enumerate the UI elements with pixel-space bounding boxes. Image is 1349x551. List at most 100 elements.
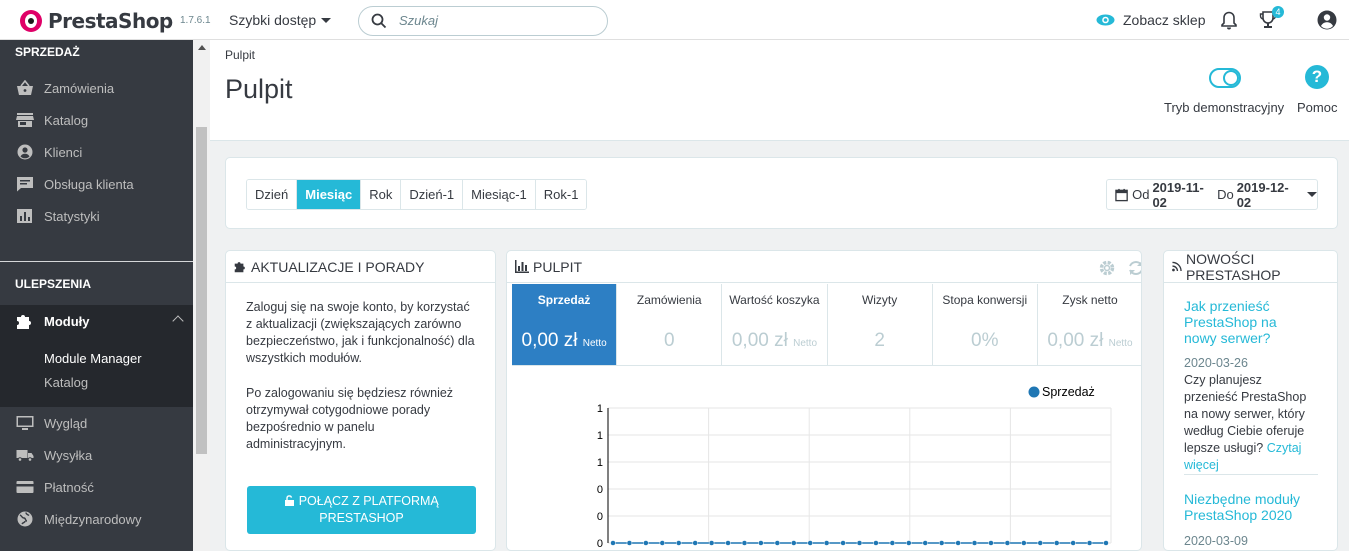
- quick-access-dropdown[interactable]: Szybki dostęp: [229, 12, 332, 28]
- date-to-label: Do: [1217, 187, 1234, 202]
- y-tick-label: 1: [597, 430, 603, 442]
- store-icon: [16, 113, 34, 127]
- sidebar-divider: [0, 261, 193, 262]
- kpi-block[interactable]: Stopa konwersji 0%: [933, 284, 1038, 365]
- period-button[interactable]: Miesiąc-1: [463, 180, 536, 209]
- panel-title: NOWOŚCI PRESTASHOP: [1185, 250, 1281, 283]
- prestashop-logo[interactable]: PrestaShop: [20, 9, 173, 33]
- data-point: [675, 540, 682, 546]
- y-tick-label: 0: [597, 511, 603, 523]
- monitor-icon: [16, 416, 34, 430]
- bell-icon[interactable]: [1221, 11, 1237, 30]
- tips-paragraph-weekly: Po zalogowaniu się będziesz również otrz…: [246, 386, 454, 451]
- view-shop-label: Zobacz sklep: [1123, 12, 1206, 28]
- legend-label: Sprzedaż: [1042, 385, 1095, 399]
- data-point: [758, 540, 764, 546]
- sidebar-item-label: Płatność: [44, 480, 94, 495]
- sidebar-section-sales: SPRZEDAŻ: [15, 45, 80, 59]
- sidebar-item-label: Klienci: [44, 145, 83, 160]
- submenu-item-module-manager[interactable]: Module Manager: [44, 351, 142, 366]
- sidebar-item-stats[interactable]: Statystyki: [0, 200, 193, 232]
- kpi-label: Wizyty: [861, 293, 898, 307]
- legend-marker: [1028, 386, 1040, 398]
- top-header: PrestaShop 1.7.6.1 Szybki dostęp Zobacz …: [0, 0, 1349, 40]
- connect-addons-button[interactable]: POŁĄCZ Z PLATFORMĄ PRESTASHOP: [247, 486, 476, 534]
- sidebar-item-design[interactable]: Wygląd: [0, 407, 193, 439]
- date-from-value: 2019-11-02: [1152, 179, 1204, 210]
- data-point: [873, 540, 879, 546]
- kpi-block[interactable]: Zysk netto 0,00 zł Netto: [1038, 284, 1141, 365]
- kpi-row: Sprzedaż 0,00 zł Netto Zamówienia 0 Wartość …: [512, 284, 1141, 366]
- news-item-title[interactable]: Jak przenieść PrestaShop na nowy serwer?: [1184, 298, 1304, 346]
- breadcrumb[interactable]: Pulpit: [225, 48, 255, 62]
- updates-tips-panel: AKTUALIZACJE I PORADY Zaloguj się na swo…: [225, 250, 496, 551]
- date-filter-panel: Dzień Miesiąc Rok Dzień-1 Miesiąc-1 Rok-1 Od …: [225, 157, 1338, 229]
- sidebar-item-label: Wygląd: [44, 416, 88, 431]
- kpi-block[interactable]: Sprzedaż 0,00 zł Netto: [512, 284, 618, 365]
- help-icon[interactable]: ?: [1305, 65, 1329, 89]
- submenu-item-catalog[interactable]: Katalog: [44, 375, 88, 390]
- gear-icon[interactable]: [1097, 258, 1117, 278]
- account-circle-icon: [17, 144, 33, 160]
- data-point: [922, 540, 928, 546]
- version-label: 1.7.6.1: [180, 15, 211, 26]
- sidebar-item-catalog[interactable]: Katalog: [0, 104, 193, 136]
- search-icon[interactable]: [371, 13, 387, 29]
- data-point: [955, 540, 961, 546]
- scrollbar-thumb[interactable]: [196, 127, 207, 454]
- data-point: [1086, 540, 1093, 546]
- kpi-block[interactable]: Wizyty 2: [828, 284, 933, 365]
- user-account-icon[interactable]: [1317, 10, 1337, 30]
- refresh-icon[interactable]: [1126, 258, 1142, 278]
- chevron-up-icon[interactable]: [172, 315, 184, 327]
- kpi-value-row: 0,00 zł Netto: [722, 330, 826, 352]
- eye-icon: [1096, 14, 1115, 26]
- period-button[interactable]: Miesiąc: [297, 180, 362, 209]
- connect-button-label: POŁĄCZ Z PLATFORMĄ PRESTASHOP: [298, 494, 439, 525]
- sidebar-item-payment[interactable]: Płatność: [0, 471, 193, 503]
- quick-access-label: Szybki dostęp: [229, 12, 317, 28]
- kpi-label: Wartość koszyka: [729, 293, 820, 307]
- data-point: [1004, 540, 1011, 546]
- sidebar-item-label: Zamówienia: [44, 81, 115, 96]
- sidebar-item-orders[interactable]: Zamówienia: [0, 72, 193, 104]
- page-header: Pulpit Pulpit Tryb demonstracyjny ? Pomo…: [210, 40, 1349, 141]
- view-shop-link[interactable]: Zobacz sklep: [1096, 12, 1205, 28]
- data-point: [1021, 540, 1027, 546]
- news-item-title[interactable]: Niezbędne moduły PrestaShop 2020: [1184, 491, 1304, 523]
- help-label[interactable]: Pomoc: [1297, 100, 1337, 115]
- kpi-suffix: Netto: [582, 338, 607, 349]
- period-button[interactable]: Rok-1: [535, 180, 587, 209]
- kpi-label: Zamówienia: [636, 293, 702, 307]
- sidebar-item-international[interactable]: Międzynarodowy: [0, 503, 193, 535]
- sidebar-item-shipping[interactable]: Wysyłka: [0, 439, 193, 471]
- caret-down-icon: [321, 17, 332, 23]
- demo-mode-label[interactable]: Tryb demonstracyjny: [1164, 100, 1284, 115]
- period-button[interactable]: Dzień-1: [401, 180, 464, 209]
- data-point: [807, 540, 813, 546]
- kpi-block[interactable]: Zamówienia 0: [617, 284, 723, 365]
- search-box[interactable]: [358, 6, 608, 36]
- sidebar-item-customer-service[interactable]: Obsługa klienta: [0, 168, 193, 200]
- demo-mode-toggle-icon[interactable]: [1209, 68, 1241, 88]
- data-point: [856, 540, 863, 546]
- unlock-icon: [285, 495, 295, 506]
- search-input[interactable]: [399, 13, 589, 28]
- data-point: [791, 540, 797, 546]
- period-button[interactable]: Dzień: [247, 180, 298, 209]
- scroll-up-arrow-icon[interactable]: [198, 45, 206, 50]
- puzzle-icon: [234, 262, 245, 273]
- period-button[interactable]: Rok: [361, 180, 402, 209]
- data-point: [1103, 540, 1109, 546]
- kpi-value: 0: [663, 330, 675, 351]
- sidebar-item-customers[interactable]: Klienci: [0, 136, 193, 168]
- kpi-value: 0,00 zł: [521, 330, 578, 351]
- kpi-block[interactable]: Wartość koszyka 0,00 zł Netto: [722, 284, 828, 365]
- bar-chart-icon: [515, 260, 529, 273]
- kpi-suffix: Netto: [1108, 338, 1133, 349]
- kpi-value-row: 2: [828, 330, 932, 352]
- date-range-picker[interactable]: Od 2019-11-02 Do 2019-12-02: [1106, 179, 1318, 210]
- sidebar-item-modules[interactable]: Moduły: [0, 305, 193, 337]
- data-point: [643, 540, 649, 546]
- caret-down-icon: [1307, 192, 1317, 197]
